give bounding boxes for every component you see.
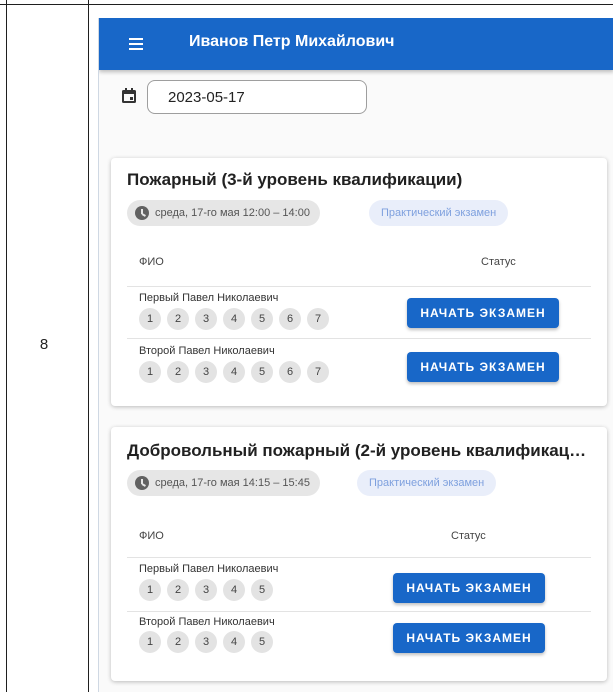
row-number-cell: 8 — [39, 336, 49, 353]
step-circle[interactable]: 1 — [139, 308, 161, 330]
step-circle[interactable]: 3 — [195, 308, 217, 330]
exam-time-chip: среда, 17-го мая 14:15 – 15:45 — [127, 470, 320, 496]
app-bar: Иванов Петр Михайлович — [99, 18, 613, 70]
exam-card: Добровольный пожарный (2-й уровень квали… — [111, 427, 607, 681]
exam-title: Пожарный (3-й уровень квалификации) — [127, 170, 463, 189]
start-exam-button[interactable]: НАЧАТЬ ЭКЗАМЕН — [407, 298, 559, 328]
step-list: 1 2 3 4 5 6 7 — [139, 308, 329, 330]
column-header-fio: ФИО — [139, 256, 164, 268]
step-circle[interactable]: 5 — [251, 361, 273, 383]
step-circle[interactable]: 5 — [251, 579, 273, 601]
step-circle[interactable]: 1 — [139, 361, 161, 383]
step-circle[interactable]: 3 — [195, 361, 217, 383]
date-input[interactable]: 2023-05-17 — [147, 80, 367, 114]
step-circle[interactable]: 1 — [139, 631, 161, 653]
step-circle[interactable]: 3 — [195, 579, 217, 601]
divider — [127, 286, 591, 287]
start-exam-button[interactable]: НАЧАТЬ ЭКЗАМЕН — [393, 573, 545, 603]
step-circle[interactable]: 7 — [307, 308, 329, 330]
step-circle[interactable]: 3 — [195, 631, 217, 653]
table-border-middle — [88, 0, 89, 692]
step-circle[interactable]: 2 — [167, 579, 189, 601]
student-name: Второй Павел Николаевич — [139, 616, 275, 628]
exam-time-chip: среда, 17-го мая 12:00 – 14:00 — [127, 200, 320, 226]
exam-type-chip: Практический экзамен — [357, 470, 497, 496]
app-title: Иванов Петр Михайлович — [189, 33, 395, 50]
student-name: Второй Павел Николаевич — [139, 345, 275, 357]
exam-time-text: среда, 17-го мая 12:00 – 14:00 — [155, 207, 310, 219]
exam-type-chip: Практический экзамен — [369, 200, 509, 226]
step-list: 1 2 3 4 5 — [139, 579, 273, 601]
clock-icon — [135, 476, 149, 490]
start-exam-button[interactable]: НАЧАТЬ ЭКЗАМЕН — [393, 623, 545, 653]
step-circle[interactable]: 6 — [279, 361, 301, 383]
student-name: Первый Павел Николаевич — [139, 563, 279, 575]
column-header-fio: ФИО — [139, 530, 164, 542]
divider — [127, 611, 591, 612]
step-circle[interactable]: 2 — [167, 631, 189, 653]
step-circle[interactable]: 4 — [223, 579, 245, 601]
calendar-icon[interactable] — [121, 88, 137, 104]
exam-title: Добровольный пожарный (2-й уровень квали… — [127, 441, 587, 460]
step-circle[interactable]: 1 — [139, 579, 161, 601]
step-circle[interactable]: 2 — [167, 361, 189, 383]
step-circle[interactable]: 5 — [251, 308, 273, 330]
table-border-top — [0, 4, 613, 5]
exam-card: Пожарный (3-й уровень квалификации) сред… — [111, 158, 607, 406]
clock-icon — [135, 206, 149, 220]
column-header-status: Статус — [481, 256, 516, 268]
step-circle[interactable]: 6 — [279, 308, 301, 330]
step-circle[interactable]: 2 — [167, 308, 189, 330]
start-exam-button[interactable]: НАЧАТЬ ЭКЗАМЕН — [407, 352, 559, 382]
step-circle[interactable]: 4 — [223, 361, 245, 383]
step-circle[interactable]: 4 — [223, 308, 245, 330]
exam-time-text: среда, 17-го мая 14:15 – 15:45 — [155, 477, 310, 489]
step-circle[interactable]: 7 — [307, 361, 329, 383]
divider — [127, 557, 591, 558]
divider — [127, 338, 591, 339]
student-name: Первый Павел Николаевич — [139, 292, 279, 304]
step-circle[interactable]: 4 — [223, 631, 245, 653]
step-list: 1 2 3 4 5 6 7 — [139, 361, 329, 383]
step-list: 1 2 3 4 5 — [139, 631, 273, 653]
step-circle[interactable]: 5 — [251, 631, 273, 653]
app-screenshot: Иванов Петр Михайлович 2023-05-17 Пожарн… — [98, 18, 613, 692]
column-header-status: Статус — [451, 530, 486, 542]
menu-icon[interactable] — [129, 35, 147, 53]
